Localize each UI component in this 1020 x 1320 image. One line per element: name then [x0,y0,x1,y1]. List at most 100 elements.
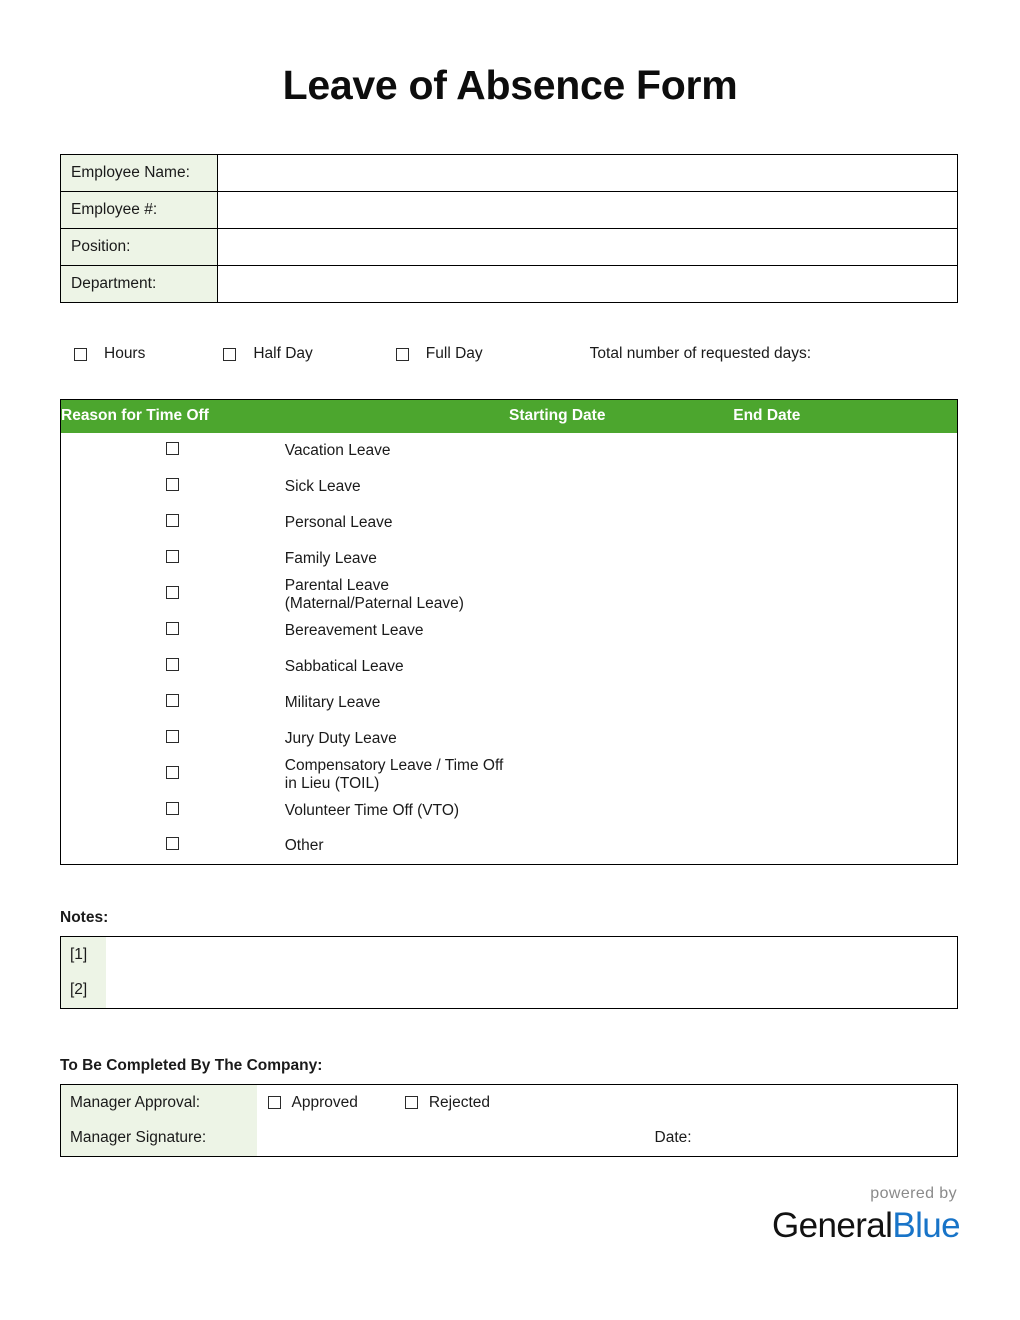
table-row: Other [60,828,958,865]
duration-option-half-day[interactable]: Half Day [223,345,313,363]
end-date-field[interactable] [733,828,958,865]
note-marker: [1] [60,936,106,973]
reason-label: Military Leave [284,684,509,721]
approval-option-approved[interactable]: Approved [267,1093,358,1112]
checkbox-icon[interactable] [166,477,180,491]
reason-checkbox-cell[interactable] [60,504,285,541]
powered-by-label: powered by [870,1185,957,1202]
note-marker: [2] [60,972,106,1009]
end-date-field[interactable] [733,468,958,505]
manager-signature-field[interactable]: Date: [256,1120,958,1157]
starting-date-field[interactable] [509,828,734,865]
starting-date-field[interactable] [509,576,734,613]
department-label: Department: [60,265,218,304]
starting-date-field[interactable] [509,468,734,505]
reason-checkbox-cell[interactable] [60,540,285,577]
end-date-field[interactable] [733,684,958,721]
checkbox-icon[interactable] [166,801,180,815]
reason-label: Vacation Leave [284,432,509,469]
end-date-field[interactable] [733,756,958,793]
checkbox-icon[interactable] [166,585,180,599]
total-requested-days-label: Total number of requested days: [589,345,812,363]
approved-label: Approved [291,1093,358,1111]
checkbox-icon[interactable] [395,347,409,361]
department-field[interactable] [217,265,958,304]
checkbox-icon[interactable] [166,765,180,779]
position-field[interactable] [217,228,958,267]
end-date-field[interactable] [733,576,958,613]
note-field[interactable] [105,936,958,973]
end-date-field[interactable] [733,792,958,829]
reason-checkbox-cell[interactable] [60,792,285,829]
end-date-field[interactable] [733,720,958,757]
starting-date-field[interactable] [509,684,734,721]
manager-approval-label: Manager Approval: [60,1084,257,1121]
reason-checkbox-cell[interactable] [60,720,285,757]
duration-option-full-day[interactable]: Full Day [395,345,483,363]
reason-label: Volunteer Time Off (VTO) [284,792,509,829]
reason-label: Jury Duty Leave [284,720,509,757]
reason-checkbox-cell[interactable] [60,432,285,469]
reason-label: Personal Leave [284,504,509,541]
table-row: Jury Duty Leave [60,720,958,757]
starting-date-field[interactable] [509,792,734,829]
position-label: Position: [60,228,218,267]
brand-general-text: General [772,1206,893,1245]
note-field[interactable] [105,972,958,1009]
checkbox-icon[interactable] [166,729,180,743]
checkbox-icon[interactable] [166,837,180,851]
checkbox-icon[interactable] [166,657,180,671]
checkbox-icon[interactable] [74,347,87,361]
checkbox-icon[interactable] [166,693,180,707]
employee-info-table: Employee Name: Employee #: Position: Dep… [60,154,958,304]
starting-date-field[interactable] [509,648,734,685]
table-row: Department: [60,265,958,304]
notes-label: Notes: [60,909,109,927]
table-row: [1] [60,936,958,973]
employee-number-field[interactable] [217,191,958,230]
starting-date-field[interactable] [509,504,734,541]
table-row: Parental Leave (Maternal/Paternal Leave) [60,576,958,613]
checkbox-icon[interactable] [166,621,180,635]
checkbox-icon[interactable] [166,441,180,455]
starting-date-field[interactable] [509,432,734,469]
page-title: Leave of Absence Form [282,62,738,108]
reason-checkbox-cell[interactable] [60,468,285,505]
checkbox-icon[interactable] [404,1096,418,1110]
rejected-label: Rejected [428,1093,491,1111]
end-date-field[interactable] [733,648,958,685]
duration-option-hours[interactable]: Hours [74,345,145,363]
reason-checkbox-cell[interactable] [60,684,285,721]
starting-date-field[interactable] [509,756,734,793]
starting-date-field[interactable] [509,540,734,577]
employee-number-label: Employee #: [60,191,218,230]
checkbox-icon[interactable] [223,347,237,361]
signature-date-label: Date: [654,1129,692,1147]
table-row: Sick Leave [60,468,958,505]
reason-checkbox-cell[interactable] [60,648,285,685]
reason-checkbox-cell[interactable] [60,828,285,865]
end-date-field[interactable] [733,432,958,469]
manager-signature-label: Manager Signature: [60,1120,257,1157]
checkbox-icon[interactable] [267,1096,281,1110]
leave-of-absence-form-page: Leave of Absence Form Employee Name: Emp… [0,0,1020,1320]
starting-date-field[interactable] [509,612,734,649]
reason-checkbox-cell[interactable] [60,612,285,649]
reason-rows: Vacation Leave Sick Leave Personal Leave… [60,432,958,865]
reason-checkbox-cell[interactable] [60,756,285,793]
brand-name: GeneralBlue [772,1206,961,1245]
end-date-field[interactable] [733,504,958,541]
starting-date-field[interactable] [509,720,734,757]
checkbox-icon[interactable] [166,513,180,527]
reason-checkbox-cell[interactable] [60,576,285,613]
end-date-field[interactable] [733,612,958,649]
table-row: [2] [60,972,958,1009]
notes-table: [1] [2] [60,936,958,1010]
duration-option-label: Full Day [425,345,483,363]
checkbox-icon[interactable] [166,549,180,563]
end-date-field[interactable] [733,540,958,577]
approval-option-rejected[interactable]: Rejected [404,1093,491,1112]
employee-name-field[interactable] [217,154,958,193]
table-row: Employee #: [60,191,958,230]
duration-options-row: Hours Half Day Full Day Total number of … [60,341,960,367]
